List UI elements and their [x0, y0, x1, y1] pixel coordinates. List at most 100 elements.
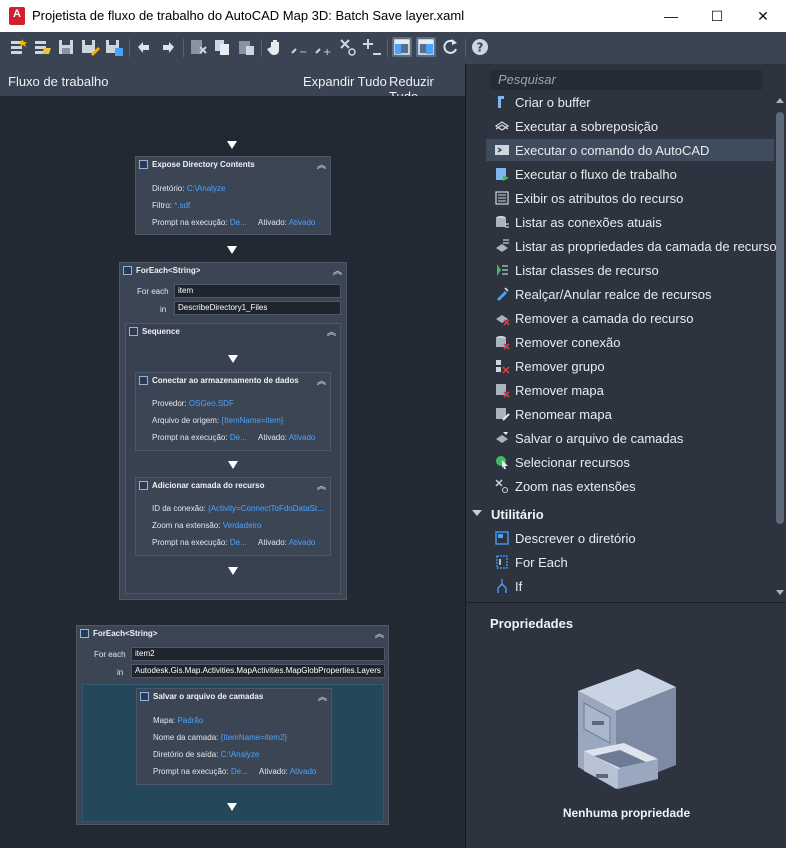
open-icon[interactable] [32, 37, 52, 57]
maximize-button[interactable]: ☐ [694, 0, 740, 32]
activity-icon [139, 481, 148, 490]
prompt-value[interactable]: De... [231, 767, 248, 776]
undo-icon[interactable] [134, 37, 154, 57]
tool-item[interactable]: Listar as conexões atuais [486, 211, 774, 233]
collapse-chevron-icon[interactable]: ︽ [327, 325, 336, 338]
output-dir-value[interactable]: C:\Analyze [221, 750, 260, 759]
paste-icon[interactable] [236, 37, 256, 57]
field-label: Filtro: [152, 201, 172, 210]
filter-value[interactable]: *.sdf [174, 201, 190, 210]
refresh-icon[interactable] [440, 37, 460, 57]
redo-icon[interactable] [158, 37, 178, 57]
tool-item[interactable]: Remover a camada do recurso [486, 307, 774, 329]
collapse-chevron-icon[interactable]: ︽ [333, 264, 342, 277]
prompt-value[interactable]: De... [230, 218, 247, 227]
enabled-value[interactable]: Ativado [289, 218, 316, 227]
tool-item-label: Listar as conexões atuais [515, 215, 662, 230]
foreach-variable-input[interactable]: item [174, 284, 341, 298]
collapse-chevron-icon[interactable]: ︽ [317, 374, 326, 387]
collapse-chevron-icon[interactable]: ︽ [317, 479, 326, 492]
tool-item[interactable]: Selecionar recursos [486, 451, 774, 473]
collapse-chevron-icon[interactable]: ︽ [375, 627, 384, 640]
field-label: Prompt na execução: [152, 538, 228, 547]
help-icon[interactable]: ? [470, 37, 490, 57]
tool-item[interactable]: Zoom nas extensões [486, 475, 774, 497]
tool-item[interactable]: Listar classes de recurso [486, 259, 774, 281]
tool-item[interactable]: Realçar/Anular realce de recursos [486, 283, 774, 305]
tool-item[interactable]: For Each [486, 551, 774, 573]
source-file-value[interactable]: {ItemName=item} [221, 416, 283, 425]
search-input[interactable]: Pesquisar [490, 70, 762, 90]
tool-item[interactable]: Remover mapa [486, 379, 774, 401]
scrollbar-thumb[interactable] [776, 112, 784, 524]
workflow-canvas[interactable]: Expose Directory Contents ︽ Diretório: C:… [0, 96, 465, 848]
cut-icon[interactable] [188, 37, 208, 57]
field-label: Prompt na execução: [153, 767, 229, 776]
collapse-chevron-icon[interactable]: ︽ [317, 158, 326, 171]
expand-all-button[interactable]: Expandir Tudo [303, 74, 387, 89]
zoom-extent-value[interactable]: Verdadeiro [223, 521, 262, 530]
new-icon[interactable] [8, 37, 28, 57]
tool-item[interactable]: Salvar o arquivo de camadas [486, 427, 774, 449]
foreach-variable-input[interactable]: item2 [131, 647, 385, 661]
pan-icon[interactable] [266, 37, 286, 57]
tool-item[interactable]: Executar o fluxo de trabalho [486, 163, 774, 185]
layout-vertical-icon[interactable] [392, 37, 412, 57]
tool-item[interactable]: Renomear mapa [486, 403, 774, 425]
save-as-icon[interactable] [80, 37, 100, 57]
activity-expose-directory[interactable]: Expose Directory Contents ︽ Diretório: C:… [135, 156, 331, 235]
copy-icon[interactable] [212, 37, 232, 57]
enabled-value[interactable]: Ativado [290, 767, 317, 776]
enabled-value[interactable]: Ativado [289, 433, 316, 442]
layout-horizontal-icon[interactable] [416, 37, 436, 57]
prompt-value[interactable]: De... [230, 538, 247, 547]
zoom-reset-icon[interactable] [362, 37, 382, 57]
save-icon[interactable] [56, 37, 76, 57]
tools-scrollbar[interactable] [774, 64, 786, 602]
flow-arrow [227, 246, 237, 254]
activity-add-feature-layer[interactable]: Adicionar camada do recurso ︽ ID da conex… [135, 477, 331, 556]
tool-item[interactable]: Remover grupo [486, 355, 774, 377]
map-value[interactable]: Padrão [177, 716, 203, 725]
connection-id-value[interactable]: {Activity=ConnectToFdoDataSt... [208, 504, 324, 513]
prompt-value[interactable]: De... [230, 433, 247, 442]
tool-item-label: Zoom nas extensões [515, 479, 636, 494]
tool-item[interactable]: Executar a sobreposição [486, 115, 774, 137]
tool-item[interactable]: Listar as propriedades da camada de recu… [486, 235, 777, 257]
activity-title: Sequence [142, 327, 180, 336]
attributes-icon [494, 190, 510, 206]
close-button[interactable]: ✕ [740, 0, 786, 32]
tool-item[interactable]: If [486, 575, 774, 597]
scroll-down-icon[interactable] [776, 590, 784, 595]
main-toolbar: − + ? [0, 32, 786, 64]
foreach-icon [494, 554, 510, 570]
activity-foreach[interactable]: ForEach<String> ︽ For each item in Descri… [119, 262, 347, 600]
collection-input[interactable]: Autodesk.Gis.Map.Activities.MapActivitie… [131, 664, 385, 678]
directory-value[interactable]: C:\Analyze [187, 184, 226, 193]
tool-item[interactable]: Executar o comando do AutoCAD [486, 139, 774, 161]
activity-foreach[interactable]: ForEach<String> ︽ For each item2 in Autod… [76, 625, 389, 825]
minimize-button[interactable]: — [648, 0, 694, 32]
foreach-label: For each [137, 287, 169, 296]
provider-value[interactable]: OSGeo.SDF [189, 399, 234, 408]
zoom-fit-icon[interactable] [338, 37, 358, 57]
zoom-out-icon[interactable]: − [290, 37, 310, 58]
tool-item[interactable]: Remover conexão [486, 331, 774, 353]
tool-item[interactable]: Criar o buffer [486, 91, 774, 113]
activity-connect-datastore[interactable]: Conectar ao armazenamento de dados ︽ Prov… [135, 372, 331, 451]
zoom-in-icon[interactable]: + [314, 37, 334, 58]
describe-directory-icon [494, 530, 510, 546]
collection-input[interactable]: DescribeDirectory1_Files [174, 301, 341, 315]
body-drop-zone[interactable]: Salvar o arquivo de camadas ︽ Mapa: Padrã… [82, 684, 384, 822]
export-icon[interactable] [104, 37, 124, 57]
category-utility[interactable]: Utilitário [466, 502, 772, 526]
layer-name-value[interactable]: {ItemName=item2} [221, 733, 287, 742]
scroll-up-icon[interactable] [776, 98, 784, 103]
tool-item[interactable]: Descrever o diretório [486, 527, 774, 549]
collapse-chevron-icon[interactable]: ︽ [318, 690, 327, 703]
enabled-value[interactable]: Ativado [289, 538, 316, 547]
activity-save-layer-file[interactable]: Salvar o arquivo de camadas ︽ Mapa: Padrã… [136, 688, 332, 785]
tool-item[interactable]: Exibir os atributos do recurso [486, 187, 774, 209]
sequence-container[interactable]: Sequence ︽ Conectar ao armazenamento de d… [125, 323, 341, 594]
activity-title: Expose Directory Contents [152, 160, 255, 169]
